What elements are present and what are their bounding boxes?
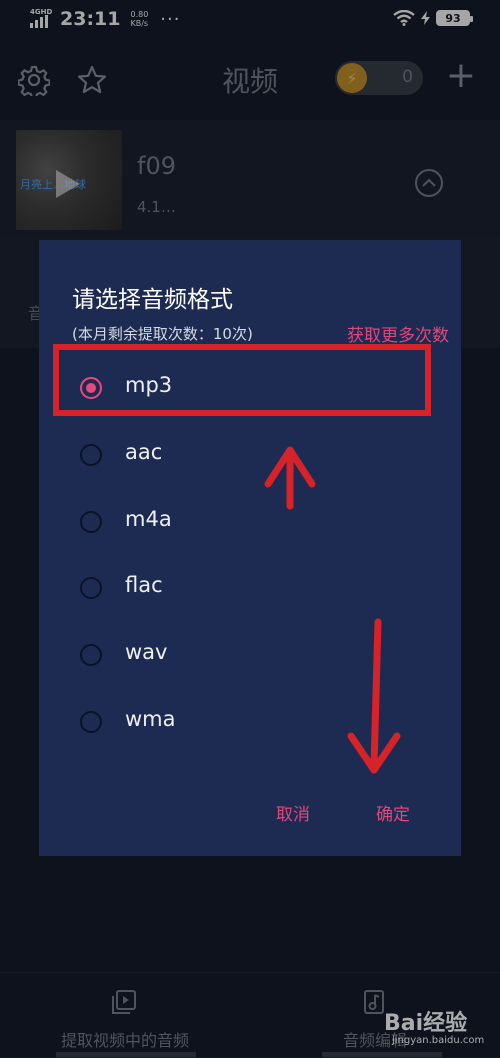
- annotation-arrow-down-icon: [347, 618, 401, 774]
- annotation-highlight-box: [53, 344, 431, 416]
- get-more-link[interactable]: 获取更多次数: [347, 321, 449, 346]
- remaining-count-text: (本月剩余提取次数：10次): [72, 325, 253, 343]
- radio-button[interactable]: [80, 711, 102, 733]
- baidu-watermark-url: jingyan.baidu.com: [392, 1035, 485, 1046]
- radio-button[interactable]: [80, 644, 102, 666]
- annotation-arrow-up-icon: [264, 446, 316, 510]
- dialog-title: 请选择音频格式: [72, 287, 233, 313]
- baidu-watermark: Bai经验: [384, 1011, 468, 1036]
- confirm-button[interactable]: 确定: [376, 800, 410, 825]
- option-flac[interactable]: flac: [39, 557, 461, 623]
- option-label: m4a: [125, 507, 172, 531]
- option-label: wma: [125, 707, 176, 731]
- option-label: wav: [125, 640, 168, 664]
- radio-button[interactable]: [80, 577, 102, 599]
- option-aac[interactable]: aac: [39, 424, 461, 490]
- radio-button[interactable]: [80, 444, 102, 466]
- radio-button[interactable]: [80, 511, 102, 533]
- option-label: flac: [125, 573, 163, 597]
- cancel-button[interactable]: 取消: [276, 800, 310, 825]
- option-m4a[interactable]: m4a: [39, 491, 461, 557]
- option-label: aac: [125, 440, 163, 464]
